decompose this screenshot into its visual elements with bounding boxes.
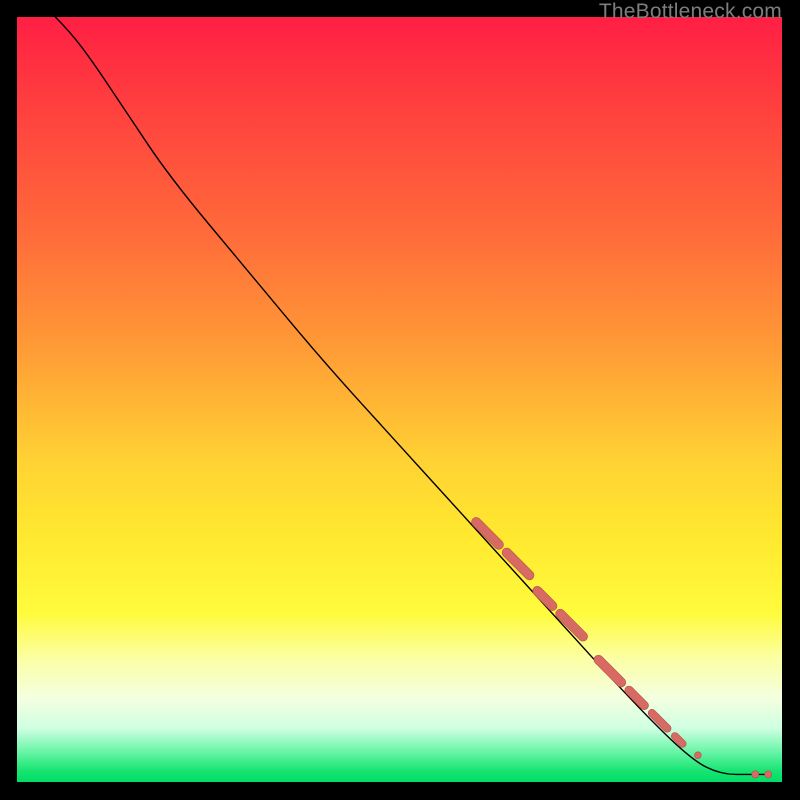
bottleneck-curve bbox=[55, 17, 766, 774]
chart-canvas bbox=[17, 17, 782, 782]
marker-segment bbox=[671, 732, 686, 747]
marker-point bbox=[694, 752, 701, 759]
marker-segment bbox=[472, 517, 504, 549]
marker-segment bbox=[533, 586, 557, 610]
marker-segment bbox=[556, 609, 588, 641]
marker-point bbox=[752, 771, 759, 778]
data-markers bbox=[472, 517, 772, 778]
marker-segment bbox=[625, 686, 649, 710]
marker-segment bbox=[594, 655, 626, 687]
marker-point bbox=[765, 771, 772, 778]
